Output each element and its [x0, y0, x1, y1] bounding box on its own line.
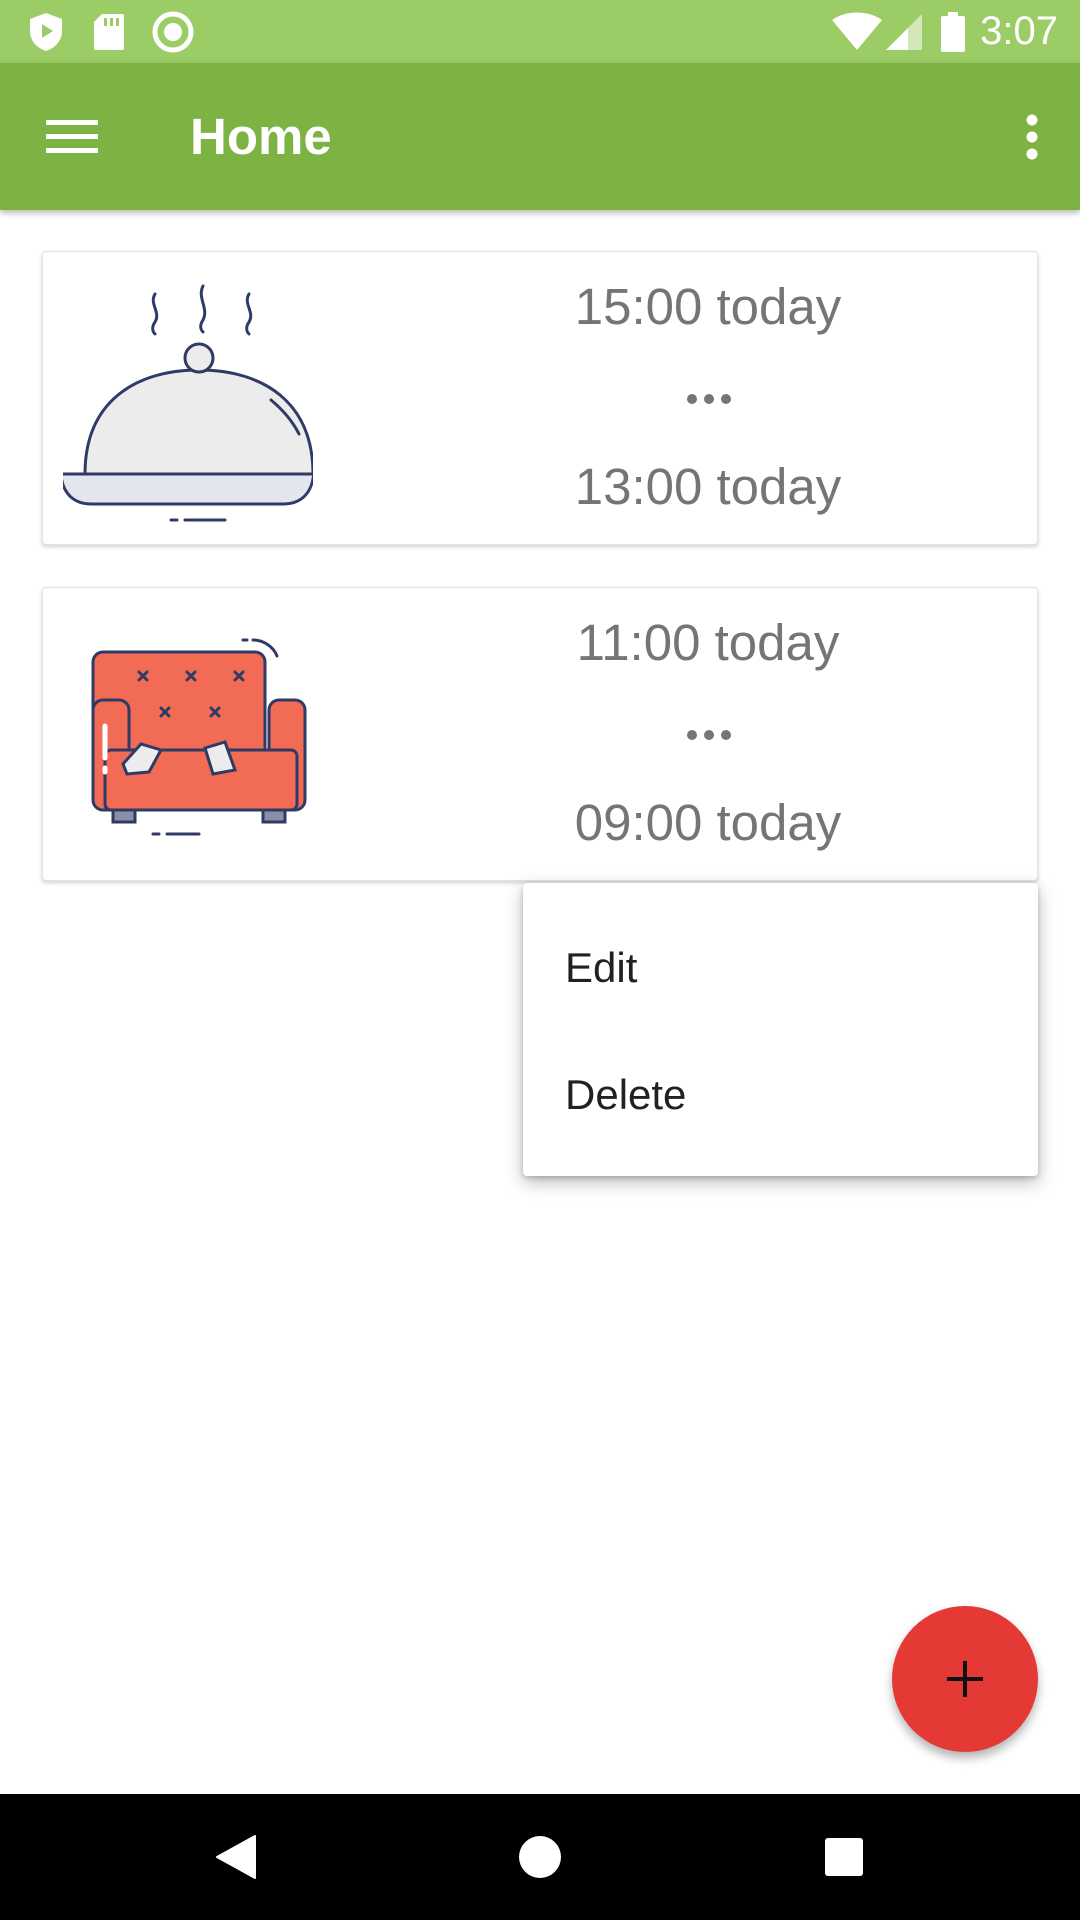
plus-icon — [947, 1661, 983, 1697]
end-time: 11:00 today — [576, 614, 840, 671]
add-button[interactable] — [892, 1606, 1038, 1752]
activity-card[interactable]: 15:00 today 13:00 today — [42, 251, 1038, 545]
menu-item-edit[interactable]: Edit — [523, 908, 1038, 1028]
recents-icon[interactable] — [794, 1794, 894, 1920]
menu-item-delete[interactable]: Delete — [523, 1035, 1038, 1155]
circle-record-icon — [152, 0, 194, 63]
context-menu: Edit Delete — [523, 883, 1038, 1176]
start-time: 09:00 today — [574, 794, 842, 851]
status-time: 3:07 — [980, 9, 1058, 53]
time-separator-dots — [687, 394, 731, 404]
status-bar: 3:07 — [0, 0, 1080, 63]
back-icon[interactable] — [186, 1794, 286, 1920]
sofa-icon — [63, 618, 313, 858]
time-separator-dots — [687, 730, 731, 740]
cell-signal-icon — [884, 0, 924, 63]
navigation-bar — [0, 1794, 1080, 1920]
start-time: 13:00 today — [574, 458, 842, 515]
sd-card-icon — [92, 0, 126, 63]
hamburger-menu-icon[interactable] — [40, 107, 104, 167]
more-vert-icon[interactable] — [1002, 103, 1062, 171]
shield-play-icon — [26, 0, 66, 63]
battery-icon — [940, 0, 966, 63]
page-title: Home — [190, 108, 332, 165]
end-time: 15:00 today — [574, 278, 842, 335]
wifi-icon — [830, 0, 884, 63]
serving-cloche-icon — [59, 282, 316, 522]
home-icon[interactable] — [490, 1794, 590, 1920]
app-bar: Home — [0, 63, 1080, 210]
activity-card[interactable]: 11:00 today 09:00 today — [42, 587, 1038, 881]
